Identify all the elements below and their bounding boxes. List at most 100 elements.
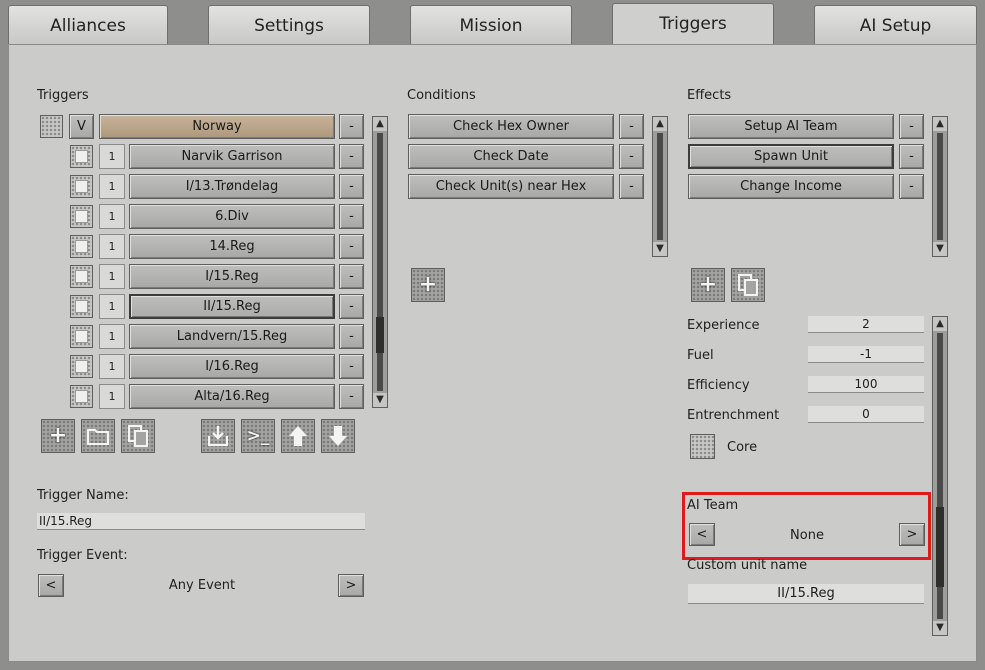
trigger-row-remove-button[interactable]: - <box>339 384 364 409</box>
trigger-row-checkbox[interactable] <box>70 295 93 318</box>
trigger-row-checkbox[interactable] <box>70 145 93 168</box>
condition-remove-button[interactable]: - <box>619 114 644 139</box>
condition-item[interactable]: Check Hex Owner <box>408 114 614 139</box>
folder-button[interactable] <box>81 419 115 453</box>
trigger-group-norway[interactable]: Norway <box>99 114 335 139</box>
add-condition-button[interactable]: + <box>411 268 445 302</box>
ai-team-next-button[interactable]: > <box>899 523 925 546</box>
custom-unit-name-label: Custom unit name <box>687 558 808 573</box>
core-label: Core <box>727 440 758 455</box>
ai-team-label: AI Team <box>687 498 739 513</box>
efficiency-input[interactable]: 100 <box>808 376 924 393</box>
trigger-row-remove-button[interactable]: - <box>339 324 364 349</box>
plus-icon: + <box>48 423 68 448</box>
effect-remove-button[interactable]: - <box>899 114 924 139</box>
trigger-row-number: 1 <box>99 144 125 169</box>
experience-label: Experience <box>687 318 760 333</box>
tab-alliances[interactable]: Alliances <box>8 5 168 44</box>
properties-scrollbar[interactable]: ▲ ▼ <box>932 316 948 636</box>
effect-item[interactable]: Change Income <box>688 174 894 199</box>
trigger-row[interactable]: 6.Div <box>129 204 335 229</box>
root-checkbox[interactable] <box>40 115 63 138</box>
trigger-row-number: 1 <box>99 264 125 289</box>
conditions-heading: Conditions <box>407 88 476 103</box>
console-icon: >_ <box>246 426 270 446</box>
arrow-down-icon <box>329 426 347 446</box>
trigger-event-value: Any Event <box>168 578 236 593</box>
folder-icon <box>87 429 109 445</box>
effects-scrollbar[interactable]: ▲ ▼ <box>932 116 948 257</box>
triggers-scrollbar[interactable]: ▲ ▼ <box>372 116 388 408</box>
trigger-row-checkbox[interactable] <box>70 385 93 408</box>
effect-item[interactable]: Setup AI Team <box>688 114 894 139</box>
trigger-event-label: Trigger Event: <box>37 548 128 563</box>
copy-icon <box>128 425 148 447</box>
console-button[interactable]: >_ <box>241 419 275 453</box>
trigger-name-input[interactable]: II/15.Reg <box>37 513 365 530</box>
trigger-row-number: 1 <box>99 204 125 229</box>
root-remove-button[interactable]: - <box>339 114 364 139</box>
trigger-row-number: 1 <box>99 234 125 259</box>
condition-remove-button[interactable]: - <box>619 174 644 199</box>
trigger-name-label: Trigger Name: <box>37 488 129 503</box>
custom-unit-name-input[interactable]: II/15.Reg <box>688 584 924 604</box>
trigger-row-number: 1 <box>99 354 125 379</box>
move-up-button[interactable] <box>281 419 315 453</box>
entrenchment-input[interactable]: 0 <box>808 406 924 423</box>
trigger-row-remove-button[interactable]: - <box>339 174 364 199</box>
trigger-row-remove-button[interactable]: - <box>339 144 364 169</box>
condition-remove-button[interactable]: - <box>619 144 644 169</box>
condition-item[interactable]: Check Unit(s) near Hex <box>408 174 614 199</box>
experience-input[interactable]: 2 <box>808 316 924 333</box>
copy-effect-button[interactable] <box>731 268 765 302</box>
trigger-row-checkbox[interactable] <box>70 325 93 348</box>
effect-item[interactable]: Spawn Unit <box>688 144 894 169</box>
ai-team-prev-button[interactable]: < <box>689 523 715 546</box>
import-icon <box>208 426 228 446</box>
add-trigger-button[interactable]: + <box>41 419 75 453</box>
trigger-row-remove-button[interactable]: - <box>339 264 364 289</box>
trigger-row-checkbox[interactable] <box>70 265 93 288</box>
core-checkbox[interactable] <box>690 434 715 459</box>
trigger-row-remove-button[interactable]: - <box>339 294 364 319</box>
trigger-row[interactable]: Narvik Garrison <box>129 144 335 169</box>
triggers-heading: Triggers <box>37 88 89 103</box>
trigger-row-remove-button[interactable]: - <box>339 234 364 259</box>
trigger-row[interactable]: II/15.Reg <box>129 294 335 319</box>
trigger-row-remove-button[interactable]: - <box>339 204 364 229</box>
root-toggle-button[interactable]: V <box>69 114 94 139</box>
import-button[interactable] <box>201 419 235 453</box>
tab-triggers[interactable]: Triggers <box>612 3 774 46</box>
arrow-up-icon <box>289 426 307 446</box>
trigger-row-checkbox[interactable] <box>70 205 93 228</box>
trigger-event-prev-button[interactable]: < <box>38 574 64 597</box>
plus-icon: + <box>698 272 718 297</box>
conditions-scrollbar[interactable]: ▲ ▼ <box>652 116 668 257</box>
copy-icon <box>738 274 758 296</box>
tab-ai-setup[interactable]: AI Setup <box>814 5 977 44</box>
trigger-row[interactable]: 14.Reg <box>129 234 335 259</box>
condition-item[interactable]: Check Date <box>408 144 614 169</box>
trigger-row-checkbox[interactable] <box>70 235 93 258</box>
tab-mission[interactable]: Mission <box>410 5 572 44</box>
trigger-row-remove-button[interactable]: - <box>339 354 364 379</box>
add-effect-button[interactable]: + <box>691 268 725 302</box>
tab-settings[interactable]: Settings <box>208 5 370 44</box>
trigger-row-checkbox[interactable] <box>70 355 93 378</box>
trigger-row[interactable]: Alta/16.Reg <box>129 384 335 409</box>
trigger-row[interactable]: Landvern/15.Reg <box>129 324 335 349</box>
fuel-label: Fuel <box>687 348 714 363</box>
trigger-row[interactable]: I/13.Trøndelag <box>129 174 335 199</box>
copy-trigger-button[interactable] <box>121 419 155 453</box>
fuel-input[interactable]: -1 <box>808 346 924 363</box>
trigger-row-number: 1 <box>99 294 125 319</box>
effect-remove-button[interactable]: - <box>899 174 924 199</box>
trigger-event-next-button[interactable]: > <box>338 574 364 597</box>
trigger-row-checkbox[interactable] <box>70 175 93 198</box>
trigger-row-number: 1 <box>99 324 125 349</box>
effect-remove-button[interactable]: - <box>899 144 924 169</box>
move-down-button[interactable] <box>321 419 355 453</box>
efficiency-label: Efficiency <box>687 378 750 393</box>
trigger-row[interactable]: I/16.Reg <box>129 354 335 379</box>
trigger-row[interactable]: I/15.Reg <box>129 264 335 289</box>
